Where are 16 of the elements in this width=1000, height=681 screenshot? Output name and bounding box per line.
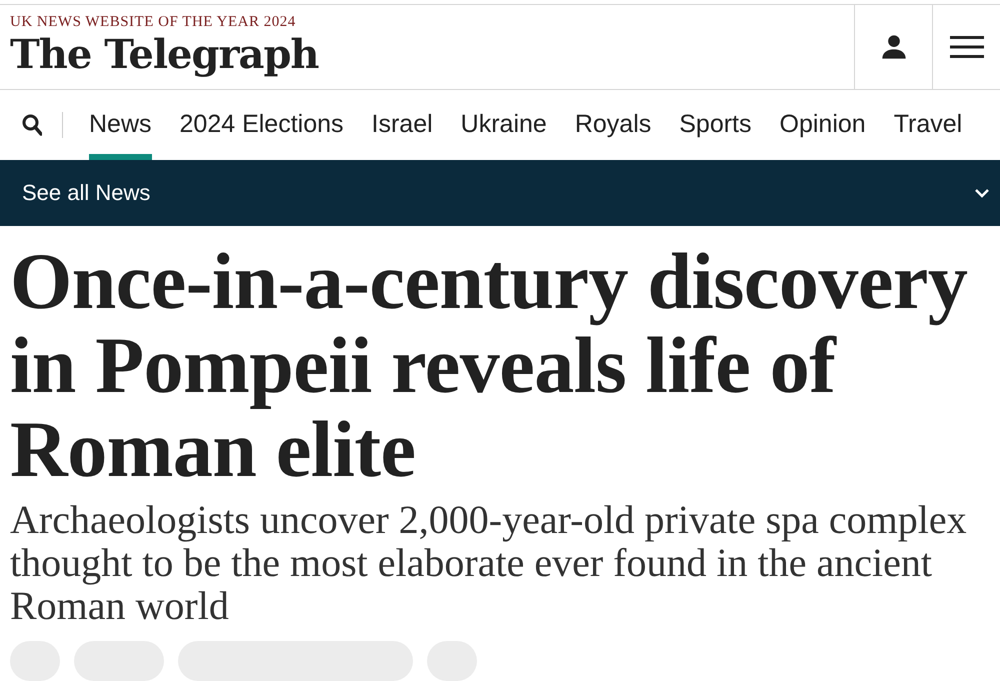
nav-tab[interactable]: Royals [574,90,652,160]
user-icon [880,33,908,62]
nav-tab[interactable]: 2024 Elections [180,90,344,160]
section-dropdown[interactable]: See all News [0,160,1000,226]
nav-tab[interactable]: Sports [679,90,752,160]
chevron-icon [974,188,990,198]
article-headline: Once-in-a-century discovery in Pompeii reveals life of Roman elite [10,240,968,492]
nav-tab[interactable]: Travel [894,90,962,160]
nav-tab[interactable]: Israel [372,90,433,160]
site-logo[interactable]: The Telegraph [10,30,854,80]
nav-tab[interactable]: Opinion [780,90,866,160]
menu-icon [950,35,984,60]
nav-tab[interactable]: Ukraine [460,90,547,160]
award-tagline: UK NEWS WEBSITE OF THE YEAR 2024 [10,14,297,30]
search-icon [22,114,42,136]
article-standfirst: Archaeologists uncover 2,000-year-old private spa complex thought to be the most elaborate ever found in the ancient Roman world [10,498,968,627]
